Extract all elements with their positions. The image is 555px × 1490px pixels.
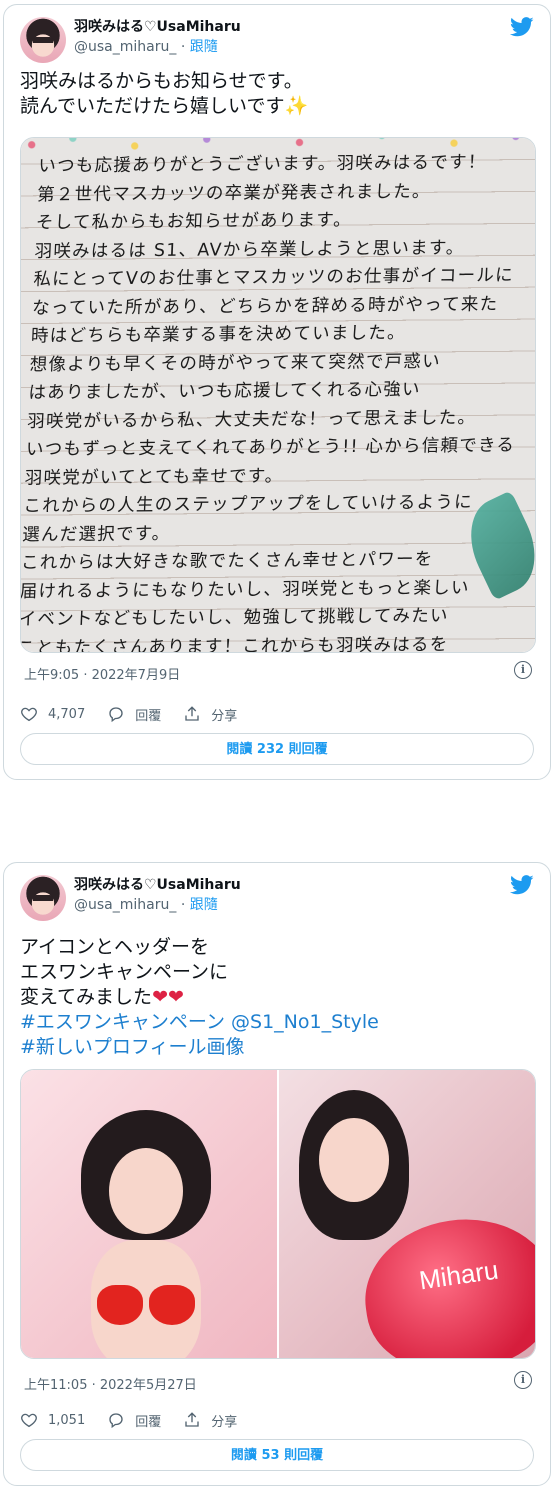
letter-line: 第２世代マスカッツの卒業が発表されました。 — [36, 180, 432, 206]
reply-label: 回覆 — [135, 708, 162, 724]
tweet-text: アイコンとヘッダーを エスワンキャンペーンに 変えてみました❤❤ #エスワンキャ… — [20, 935, 534, 1060]
separator-dot: · — [180, 39, 190, 55]
letter-line: 私にとってVのお仕事とマスカッツのお仕事がイコールに — [32, 265, 515, 291]
display-name[interactable]: 羽咲みはる♡UsaMiharu — [74, 876, 241, 894]
letter-line: 羽咲党がいてとても幸せです。 — [24, 465, 284, 489]
letter-line: これからの人生のステップアップをしていけるように — [23, 492, 474, 517]
display-name-text: 羽咲みはる♡UsaMiharu — [74, 877, 241, 893]
timestamp[interactable]: 上午9:05 · 2022年7月9日 — [24, 664, 180, 683]
sparkles-emoji: ✨ — [284, 95, 309, 117]
red-hearts-emoji: ❤❤ — [152, 986, 184, 1008]
reply-button[interactable]: 回覆 — [107, 1411, 161, 1430]
letter-line: そして私からもお知らせがあります。 — [35, 209, 353, 234]
letter-line: 時はどちらも卒業する事を決めていました。 — [30, 322, 407, 347]
action-bar: 1,051 回覆 分享 — [20, 1409, 259, 1431]
speech-bubble-icon — [109, 1413, 123, 1429]
tweet-card[interactable]: 羽咲みはる♡UsaMiharu @usa_miharu_ · 跟隨 アイコンとヘ… — [3, 862, 551, 1486]
bikini-shape — [97, 1285, 143, 1325]
info-icon[interactable]: i — [514, 1371, 532, 1389]
letter-line: こともたくさんあります！これからも羽咲みはるを — [20, 634, 449, 653]
like-button[interactable]: 4,707 — [20, 705, 85, 723]
tweet-text-line: 羽咲みはるからもお知らせです。 — [20, 70, 303, 92]
hashtag-link[interactable]: #新しいプロフィール画像 — [20, 1035, 534, 1060]
timestamp[interactable]: 上午11:05 · 2022年5月27日 — [24, 1374, 197, 1393]
hashtag-link[interactable]: #エスワンキャンペーン @S1_No1_Style — [20, 1010, 534, 1035]
display-name-text: 羽咲みはる♡UsaMiharu — [74, 19, 241, 35]
share-upload-icon — [185, 706, 199, 721]
share-upload-icon — [185, 1412, 199, 1427]
share-button[interactable]: 分享 — [183, 1411, 237, 1430]
heart-outline-icon — [21, 1413, 37, 1428]
face-shape — [109, 1148, 183, 1234]
twitter-bird-icon[interactable] — [510, 17, 534, 37]
letter-line: 羽咲党がいるから私、大丈夫だな！って思えました。 — [26, 407, 477, 432]
photo-balloon[interactable]: Miharu — [279, 1070, 535, 1358]
heart-outline-icon — [21, 707, 37, 722]
tweet-text-line: アイコンとヘッダーを — [20, 936, 210, 958]
reply-button[interactable]: 回覆 — [107, 705, 161, 724]
display-name[interactable]: 羽咲みはる♡UsaMiharu — [74, 18, 241, 36]
reply-label: 回覆 — [135, 1414, 162, 1430]
letter-line: イベントなどもしたいし、勉強して挑戦してみたい — [20, 605, 450, 631]
face-shape — [319, 1118, 389, 1202]
handle[interactable]: @usa_miharu_ — [74, 897, 176, 913]
read-replies-suffix: 則回覆 — [288, 742, 328, 757]
avatar[interactable] — [20, 875, 66, 921]
letter-line: いつもずっと支えてくれてありがとう!! 心から信頼できる — [25, 435, 516, 461]
share-button[interactable]: 分享 — [183, 705, 237, 724]
follow-link[interactable]: 跟隨 — [190, 897, 218, 913]
letter-line: なっていた所があり、どちらかを辞める時がやって来た — [31, 293, 499, 319]
info-icon[interactable]: i — [514, 661, 532, 679]
read-replies-prefix: 閱讀 — [226, 742, 253, 757]
letter-line: 羽咲みはるは S1、AVから卒業しようと思います。 — [34, 237, 466, 262]
twitter-bird-icon[interactable] — [510, 875, 534, 895]
tweet-text-line: エスワンキャンペーンに — [20, 961, 229, 983]
tweet-text-line: 変えてみました — [20, 986, 153, 1008]
tweet-media-letter[interactable]: いつも応援ありがとうございます。羽咲みはるです！ 第２世代マスカッツの卒業が発表さ… — [20, 137, 536, 653]
letter-handwriting: いつも応援ありがとうございます。羽咲みはるです！ 第２世代マスカッツの卒業が発表さ… — [20, 149, 535, 653]
handle[interactable]: @usa_miharu_ — [74, 39, 176, 55]
handle-line: @usa_miharu_ · 跟隨 — [74, 38, 218, 56]
letter-line: 想像よりも早くその時がやって来て突然で戸惑い — [29, 350, 442, 376]
like-count: 4,707 — [48, 706, 86, 722]
separator-dot: · — [180, 897, 190, 913]
tweet-card[interactable]: 羽咲みはる♡UsaMiharu @usa_miharu_ · 跟隨 羽咲みはるか… — [3, 4, 551, 780]
handle-line: @usa_miharu_ · 跟隨 — [74, 896, 218, 914]
avatar[interactable] — [20, 17, 66, 63]
letter-line: 選んだ選択です。 — [21, 523, 171, 546]
like-count: 1,051 — [48, 1412, 86, 1428]
read-replies-button[interactable]: 閱讀 232 則回覆 — [20, 733, 534, 765]
bikini-shape — [149, 1285, 195, 1325]
tweet-text-line: 読んでいただけたら嬉しいです — [20, 95, 285, 117]
speech-bubble-icon — [109, 707, 123, 723]
read-replies-prefix: 閱讀 — [230, 1448, 257, 1463]
tweet-text: 羽咲みはるからもお知らせです。 読んでいただけたら嬉しいです✨ — [20, 69, 534, 119]
follow-link[interactable]: 跟隨 — [190, 39, 218, 55]
like-button[interactable]: 1,051 — [20, 1411, 85, 1429]
letter-paper: いつも応援ありがとうございます。羽咲みはるです！ 第２世代マスカッツの卒業が発表さ… — [20, 138, 535, 653]
read-replies-count: 232 — [256, 742, 285, 757]
action-bar: 4,707 回覆 分享 — [20, 703, 259, 725]
letter-line: はありましたが、いつも応援してくれる心強い — [28, 379, 422, 404]
letter-line: これからは大好きな歌でたくさん幸せとパワーを — [20, 549, 434, 574]
read-replies-button[interactable]: 閱讀 53 則回覆 — [20, 1439, 534, 1471]
tweet-media-photos: Miharu — [20, 1069, 536, 1359]
letter-line: 届けれるようにもなりたいし、羽咲党ともっと楽しい — [20, 577, 471, 602]
read-replies-count: 53 — [261, 1448, 280, 1463]
letter-line: いつも応援ありがとうございます。羽咲みはるです！ — [37, 152, 487, 177]
share-label: 分享 — [211, 1414, 238, 1430]
photo-bikini[interactable] — [21, 1070, 277, 1358]
share-label: 分享 — [211, 708, 238, 724]
read-replies-suffix: 則回覆 — [284, 1448, 324, 1463]
